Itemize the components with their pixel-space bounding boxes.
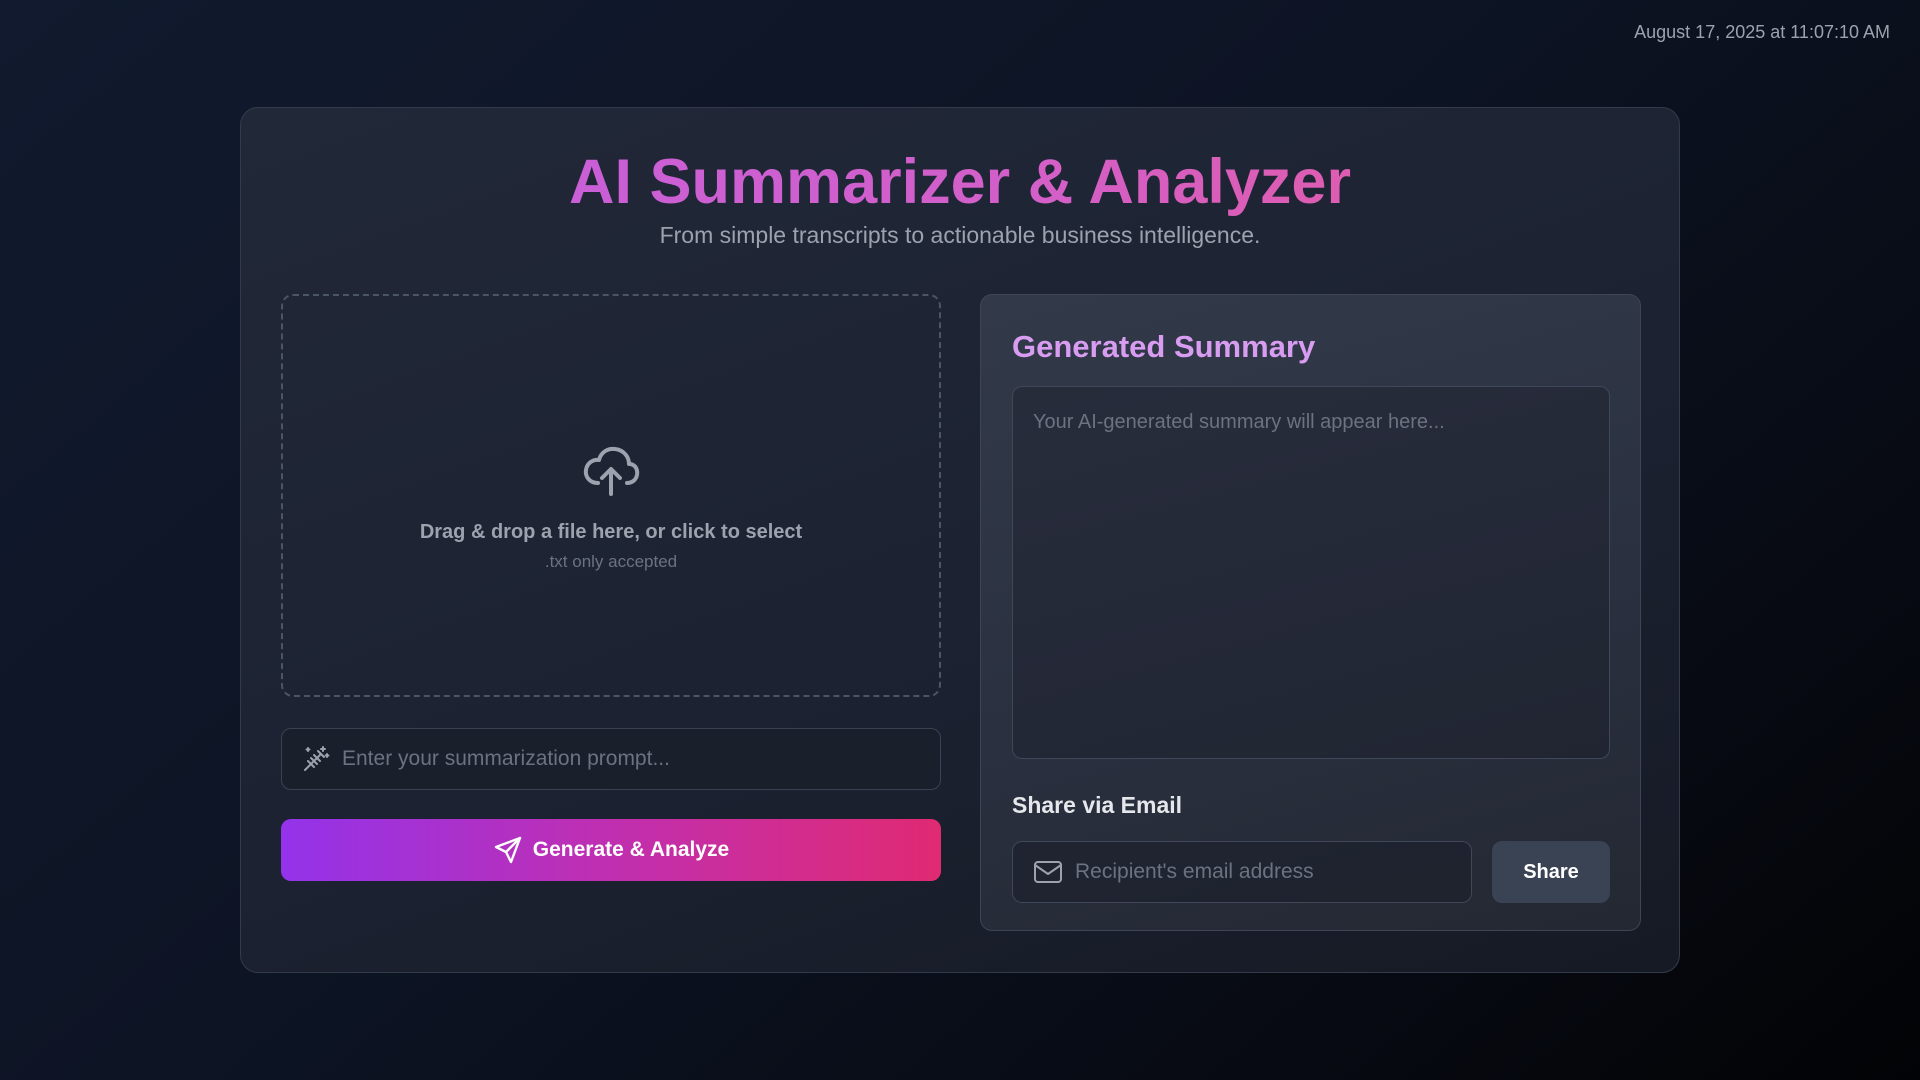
timestamp: August 17, 2025 at 11:07:10 AM (1634, 22, 1890, 42)
email-input[interactable] (1075, 860, 1471, 884)
page-subtitle: From simple transcripts to actionable bu… (659, 222, 1261, 248)
prompt-field[interactable] (281, 728, 941, 790)
mail-icon (1034, 861, 1062, 883)
cloud-upload-icon (583, 446, 640, 496)
share-button[interactable]: Share (1492, 841, 1610, 903)
share-title: Share via Email (1012, 792, 1183, 818)
generate-analyze-button[interactable]: Generate & Analyze (281, 819, 941, 881)
dropzone-label: Drag & drop a file here, or click to sel… (419, 521, 803, 543)
send-icon (494, 836, 521, 864)
page-title: AI Summarizer & Analyzer (241, 146, 1679, 218)
summary-panel: Generated Summary Your AI-generated summ… (980, 294, 1641, 931)
generate-button-label: Generate & Analyze (532, 838, 730, 861)
dropzone-hint: .txt only accepted (544, 552, 678, 571)
magic-wand-icon (304, 746, 330, 771)
email-field[interactable] (1012, 841, 1472, 903)
file-dropzone[interactable]: Drag & drop a file here, or click to sel… (281, 294, 941, 697)
summary-output[interactable]: Your AI-generated summary will appear he… (1012, 386, 1610, 759)
summary-title: Generated Summary (1012, 329, 1316, 364)
main-card: AI Summarizer & Analyzer From simple tra… (240, 107, 1680, 973)
prompt-input[interactable] (342, 747, 940, 771)
